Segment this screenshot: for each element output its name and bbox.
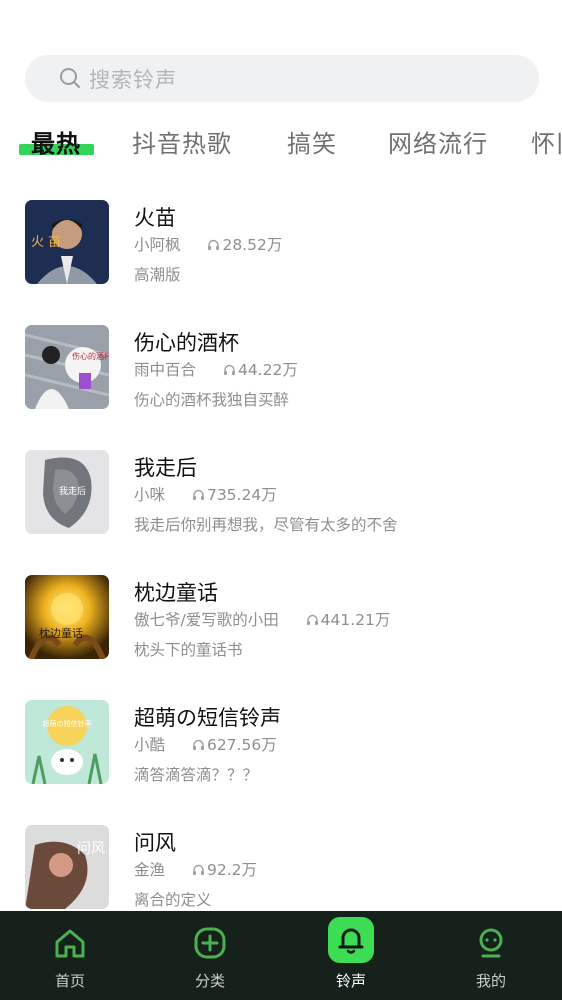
play-count: 627.56万 — [192, 733, 277, 755]
song-meta: 金渔 92.2万 — [134, 858, 257, 880]
song-title: 我走后 — [134, 456, 197, 480]
song-title: 问风 — [134, 831, 176, 855]
album-cover: 超萌の短信铃声 — [25, 700, 109, 784]
nav-mine-label: 我的 — [475, 972, 506, 990]
svg-text:伤心的酒杯: 伤心的酒杯 — [72, 351, 109, 361]
svg-text:我走后: 我走后 — [59, 486, 86, 497]
profile-icon — [479, 928, 503, 958]
song-meta: 雨中百合 44.22万 — [134, 358, 298, 380]
song-title: 火苗 — [134, 206, 176, 230]
album-cover: 问风 — [25, 825, 109, 909]
song-item[interactable]: 火 苗 火苗 小阿枫 28.52万 高潮版 — [0, 190, 562, 315]
album-cover: 枕边童话 — [25, 575, 109, 659]
song-item[interactable]: 我走后 我走后 小咪 735.24万 我走后你别再想我，尽管有太多的不舍 — [0, 440, 562, 565]
song-description: 滴答滴答滴？？？ — [134, 766, 259, 784]
headphone-icon — [192, 489, 204, 500]
play-count: 44.22万 — [223, 358, 298, 380]
song-meta: 小咪 735.24万 — [134, 483, 277, 505]
play-count: 92.2万 — [192, 858, 257, 880]
active-nav-highlight — [328, 917, 374, 963]
headphone-icon — [306, 614, 318, 625]
song-description: 我走后你别再想我，尽管有太多的不舍 — [134, 516, 398, 534]
song-meta: 小阿枫 28.52万 — [134, 233, 282, 255]
nav-ringtone[interactable]: 铃声 — [281, 911, 421, 1000]
plus-circle-icon — [194, 927, 226, 959]
search-icon — [60, 68, 80, 88]
play-count: 441.21万 — [306, 608, 390, 630]
svg-text:火 苗: 火 苗 — [31, 235, 61, 250]
song-item[interactable]: 伤心的酒杯 伤心的酒杯 雨中百合 44.22万 伤心的酒杯我独自买醉 — [0, 315, 562, 440]
song-description: 伤心的酒杯我独自买醉 — [134, 391, 290, 409]
headphone-icon — [208, 239, 220, 250]
nav-category[interactable]: 分类 — [140, 911, 280, 1000]
headphone-icon — [192, 864, 204, 875]
nav-mine[interactable]: 我的 — [421, 911, 561, 1000]
headphone-icon — [192, 739, 204, 750]
song-artist: 金渔 — [134, 861, 166, 879]
svg-text:超萌の短信铃声: 超萌の短信铃声 — [43, 719, 92, 728]
tab-nostalgia[interactable]: 怀旧 — [531, 124, 562, 159]
album-cover: 伤心的酒杯 — [25, 325, 109, 409]
bell-icon — [338, 928, 364, 954]
song-description: 枕头下的童话书 — [134, 641, 243, 659]
album-cover: 我走后 — [25, 450, 109, 534]
song-title: 伤心的酒杯 — [134, 331, 239, 355]
nav-ringtone-label: 铃声 — [335, 972, 366, 990]
search-placeholder: 搜索铃声 — [89, 67, 177, 92]
song-artist: 小阿枫 — [134, 236, 181, 254]
home-icon — [55, 929, 85, 958]
headphone-icon — [223, 364, 235, 375]
tab-hot[interactable]: 最热 — [31, 124, 81, 159]
search-bar[interactable]: 搜索铃声 — [25, 55, 539, 102]
song-artist: 傲七爷/爱写歌的小田 — [134, 611, 279, 629]
song-description: 离合的定义 — [134, 891, 212, 909]
song-item[interactable]: 超萌の短信铃声 超萌の短信铃声 小酷 627.56万 滴答滴答滴？？？ — [0, 690, 562, 815]
song-artist: 雨中百合 — [134, 361, 197, 379]
category-tabs: 最热 抖音热歌 搞笑 网络流行 怀旧 — [0, 120, 562, 164]
song-title: 超萌の短信铃声 — [134, 706, 281, 730]
song-meta: 小酷 627.56万 — [134, 733, 277, 755]
album-cover: 火 苗 — [25, 200, 109, 284]
play-count: 735.24万 — [192, 483, 277, 505]
song-meta: 傲七爷/爱写歌的小田 441.21万 — [134, 608, 390, 630]
play-count: 28.52万 — [207, 233, 282, 255]
song-description: 高潮版 — [134, 266, 181, 284]
tab-funny[interactable]: 搞笑 — [287, 124, 337, 159]
song-artist: 小咪 — [134, 486, 166, 504]
tab-douyin[interactable]: 抖音热歌 — [132, 124, 232, 159]
svg-text:问风: 问风 — [77, 841, 105, 857]
song-title: 枕边童话 — [134, 581, 218, 605]
svg-text:枕边童话: 枕边童话 — [39, 626, 83, 640]
nav-category-label: 分类 — [194, 972, 225, 990]
song-list: 火 苗 火苗 小阿枫 28.52万 高潮版 伤心的酒杯 伤心的酒杯 雨中百合 4… — [0, 190, 562, 940]
bottom-nav: 首页 分类 铃声 我的 — [0, 911, 562, 1000]
song-artist: 小酷 — [134, 736, 166, 754]
nav-home[interactable]: 首页 — [0, 911, 140, 1000]
tab-internet-pop[interactable]: 网络流行 — [388, 124, 488, 159]
song-item[interactable]: 枕边童话 枕边童话 傲七爷/爱写歌的小田 441.21万 枕头下的童话书 — [0, 565, 562, 690]
nav-home-label: 首页 — [54, 972, 85, 990]
